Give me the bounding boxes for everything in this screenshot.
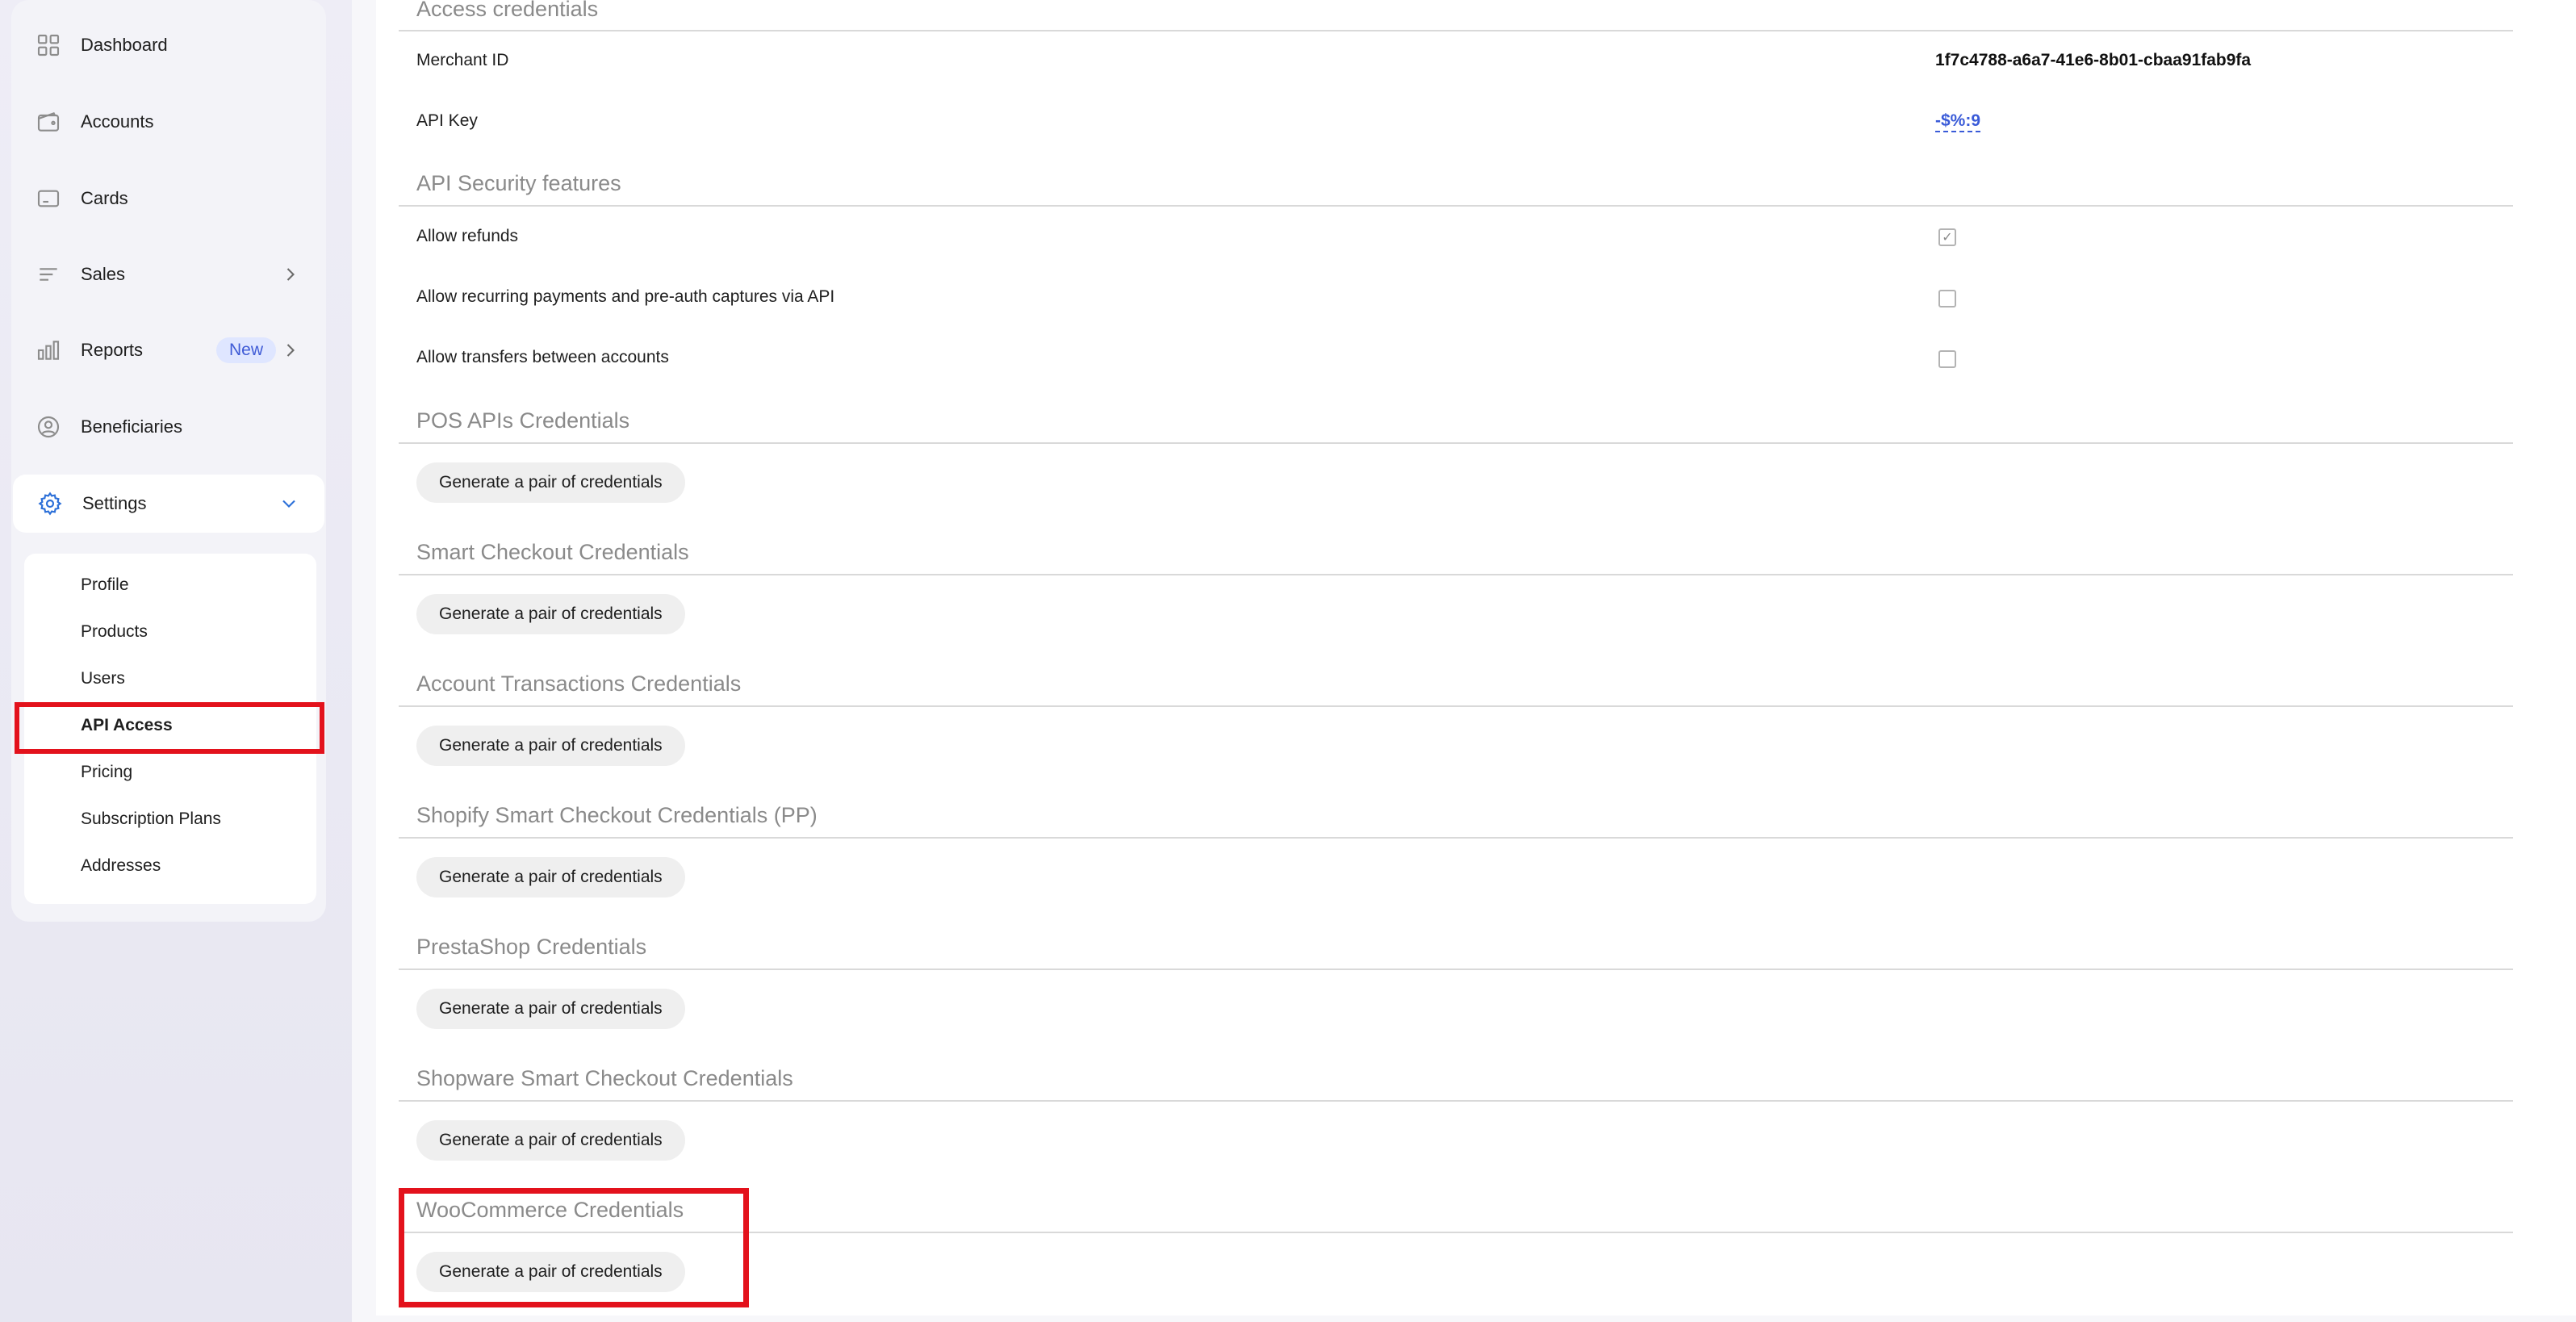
submenu-item-pricing[interactable]: Pricing	[24, 750, 316, 795]
merchant-id-label: Merchant ID	[416, 51, 509, 69]
transfers-checkbox[interactable]	[1938, 350, 1956, 368]
chevron-down-icon	[278, 492, 300, 515]
section-title-access-credentials: Access credentials	[416, 0, 599, 21]
wallet-icon	[32, 106, 65, 138]
divider	[399, 1100, 2513, 1102]
divider	[399, 1232, 2513, 1233]
divider	[399, 205, 2513, 207]
chevron-right-icon	[279, 339, 302, 362]
bar-chart-icon	[32, 334, 65, 366]
user-circle-icon	[32, 411, 65, 443]
section-title-api-security: API Security features	[416, 171, 621, 195]
divider	[399, 442, 2513, 444]
list-lines-icon	[32, 258, 65, 291]
divider	[399, 574, 2513, 575]
section-title-prestashop: PrestaShop Credentials	[416, 935, 647, 959]
sidebar-item-label: Beneficiaries	[81, 416, 182, 437]
submenu-item-profile[interactable]: Profile	[24, 563, 316, 608]
main-content	[352, 0, 2576, 1322]
api-key-label: API Key	[416, 111, 478, 130]
divider	[399, 705, 2513, 707]
generate-prestashop-credentials-button[interactable]: Generate a pair of credentials	[416, 989, 685, 1029]
divider	[399, 837, 2513, 839]
sidebar-item-reports[interactable]: Reports New	[11, 321, 326, 379]
dashboard-grid-icon	[32, 29, 65, 61]
generate-account-transactions-credentials-button[interactable]: Generate a pair of credentials	[416, 726, 685, 766]
sidebar-item-sales[interactable]: Sales	[11, 245, 326, 303]
submenu-item-api-access[interactable]: API Access	[24, 703, 316, 748]
refunds-checkbox[interactable]: ✓	[1938, 228, 1956, 246]
sidebar-item-label: Accounts	[81, 111, 154, 132]
checkmark-icon: ✓	[1942, 231, 1953, 245]
gear-icon	[34, 487, 66, 520]
generate-shopware-credentials-button[interactable]: Generate a pair of credentials	[416, 1120, 685, 1161]
section-title-pos-apis: POS APIs Credentials	[416, 408, 630, 433]
submenu-item-products[interactable]: Products	[24, 609, 316, 655]
generate-smart-checkout-credentials-button[interactable]: Generate a pair of credentials	[416, 594, 685, 634]
chevron-right-icon	[279, 263, 302, 286]
section-title-shopify: Shopify Smart Checkout Credentials (PP)	[416, 803, 818, 827]
feature-label-transfers: Allow transfers between accounts	[416, 348, 669, 366]
card-icon	[32, 182, 65, 215]
sidebar-item-label: Cards	[81, 188, 128, 208]
merchant-id-value: 1f7c4788-a6a7-41e6-8b01-cbaa91fab9fa	[1935, 51, 2252, 69]
sidebar: Dashboard Accounts Cards Sales Reports N…	[0, 0, 352, 1322]
new-badge: New	[215, 337, 276, 363]
sidebar-item-label: Dashboard	[81, 35, 168, 55]
divider	[399, 30, 2513, 31]
submenu-item-addresses[interactable]: Addresses	[24, 843, 316, 889]
submenu-item-subscription-plans[interactable]: Subscription Plans	[24, 797, 316, 842]
sidebar-item-beneficiaries[interactable]: Beneficiaries	[11, 398, 326, 456]
generate-pos-credentials-button[interactable]: Generate a pair of credentials	[416, 462, 685, 503]
generate-woocommerce-credentials-button[interactable]: Generate a pair of credentials	[416, 1252, 685, 1292]
section-title-smart-checkout: Smart Checkout Credentials	[416, 540, 689, 564]
sidebar-item-cards[interactable]: Cards	[11, 169, 326, 228]
sidebar-item-settings[interactable]: Settings	[13, 475, 324, 533]
content-panel	[376, 0, 2576, 1316]
feature-label-refunds: Allow refunds	[416, 227, 519, 245]
sidebar-item-dashboard[interactable]: Dashboard	[11, 16, 326, 74]
api-key-value-link[interactable]: -$%:9	[1935, 111, 1981, 132]
sidebar-item-label: Settings	[82, 493, 147, 513]
sidebar-item-label: Sales	[81, 264, 126, 284]
section-title-account-transactions: Account Transactions Credentials	[416, 671, 742, 696]
recurring-checkbox[interactable]	[1938, 290, 1956, 307]
feature-label-recurring: Allow recurring payments and pre-auth ca…	[416, 287, 835, 306]
sidebar-item-label: Reports	[81, 340, 144, 360]
section-title-shopware: Shopware Smart Checkout Credentials	[416, 1066, 793, 1090]
submenu-item-users[interactable]: Users	[24, 656, 316, 701]
section-title-woocommerce: WooCommerce Credentials	[416, 1198, 684, 1222]
sidebar-item-accounts[interactable]: Accounts	[11, 93, 326, 151]
divider	[399, 968, 2513, 970]
generate-shopify-credentials-button[interactable]: Generate a pair of credentials	[416, 857, 685, 897]
